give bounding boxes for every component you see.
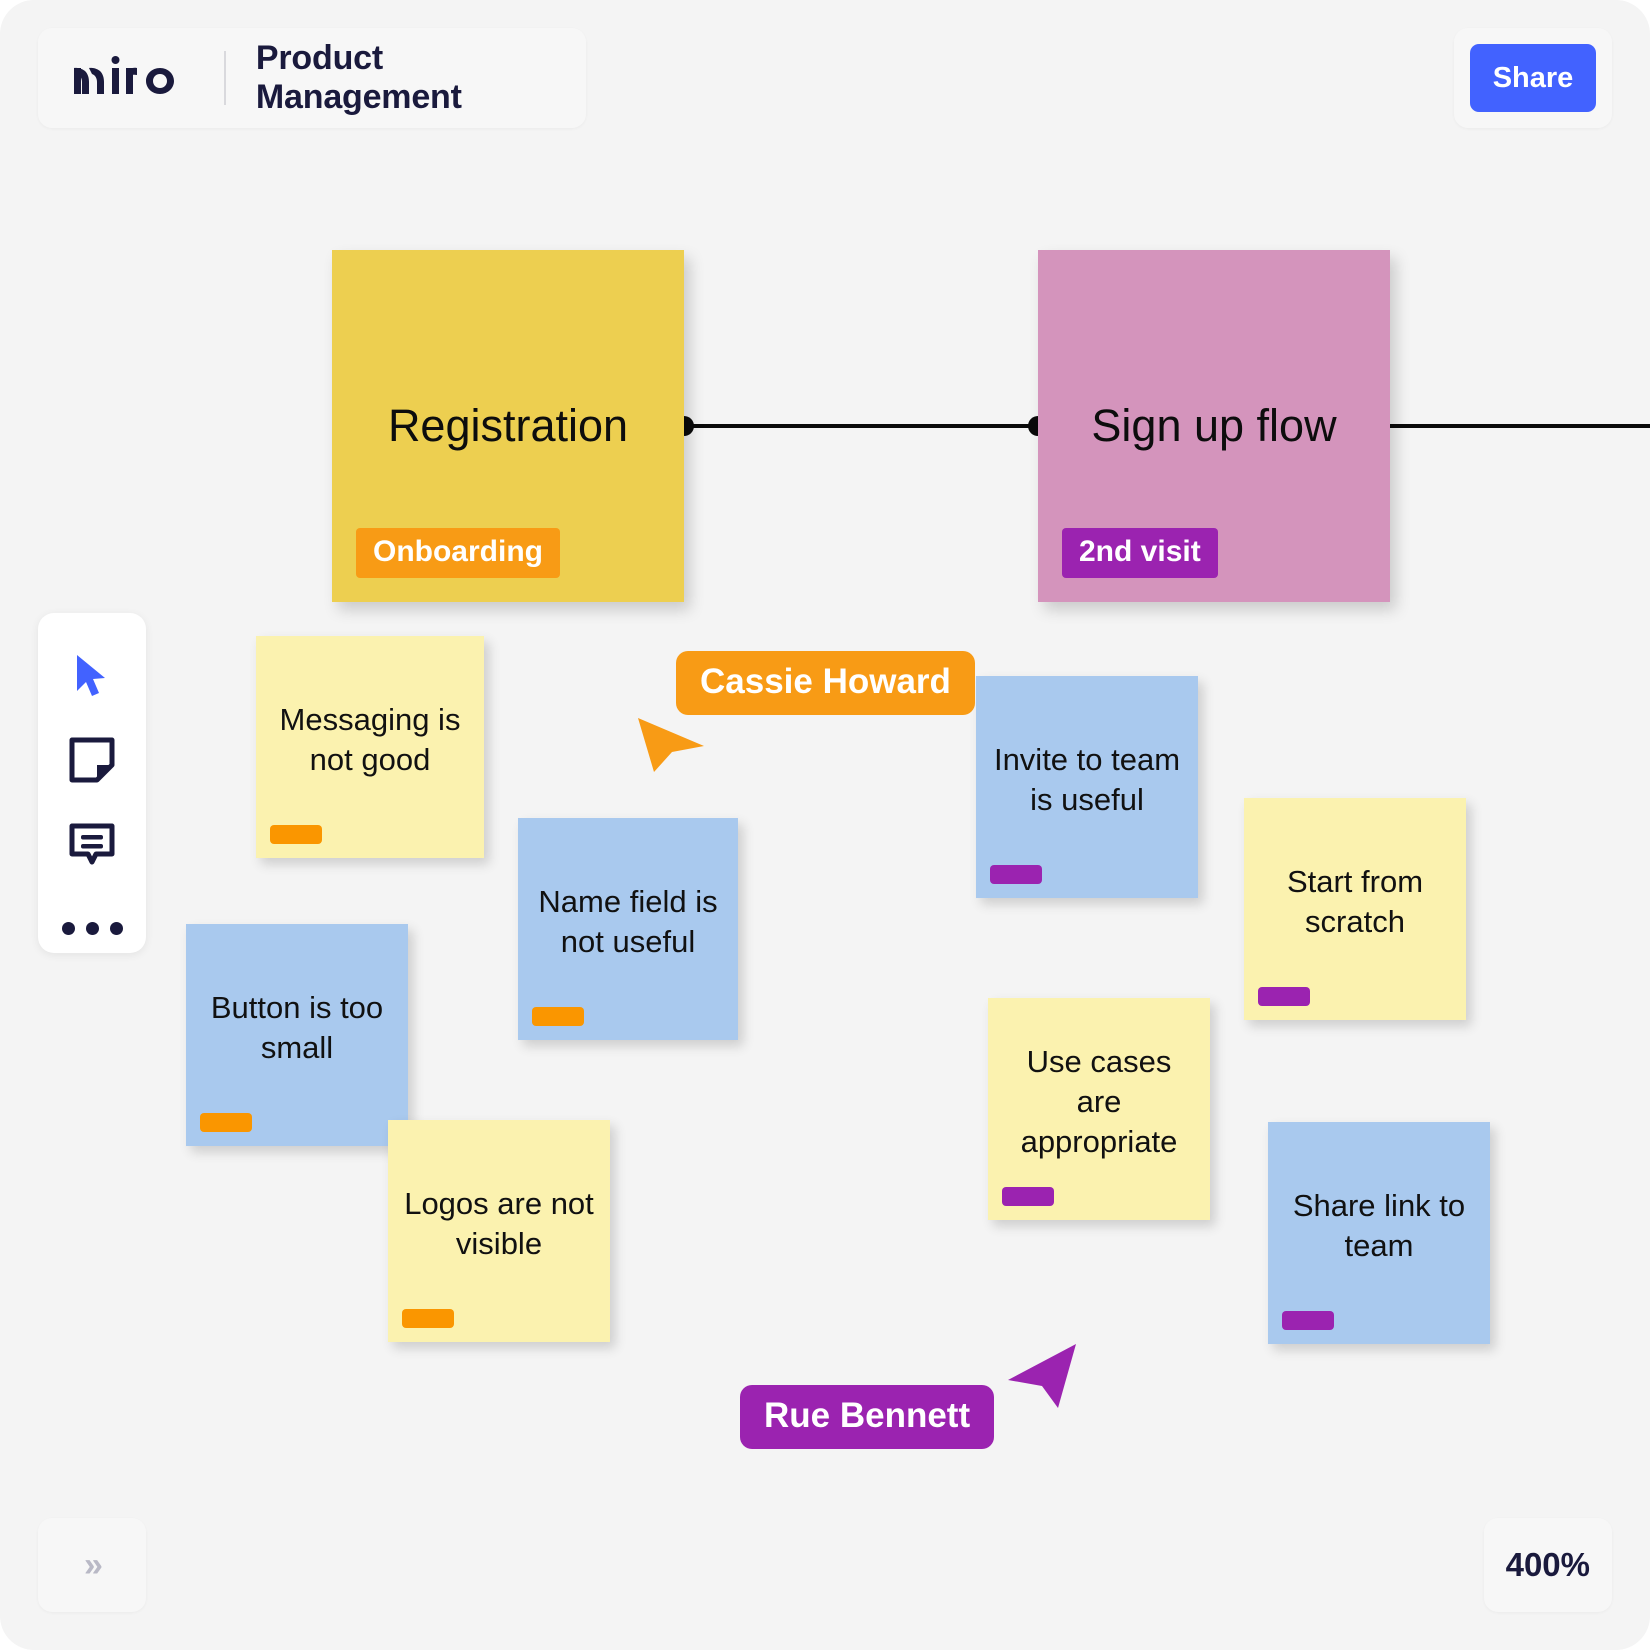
sticky-note-text: Logos are not visible xyxy=(404,1185,594,1261)
sticky-note-mark[interactable] xyxy=(270,825,322,844)
expand-panel-button[interactable]: » xyxy=(38,1518,146,1612)
sticky-note[interactable]: Name field is not useful xyxy=(518,818,738,1040)
collaborator-name-label: Rue Bennett xyxy=(740,1385,995,1449)
page-title: Product Management xyxy=(255,39,462,116)
sticky-note[interactable]: Button is too small xyxy=(186,924,408,1146)
sticky-note-mark[interactable] xyxy=(1002,1187,1054,1206)
share-button[interactable]: Share xyxy=(1470,44,1596,112)
sticky-note-mark[interactable] xyxy=(1282,1311,1334,1330)
header-divider xyxy=(224,51,226,105)
sticky-note-mark[interactable] xyxy=(200,1113,252,1132)
sticky-note[interactable]: Share link to team xyxy=(1268,1122,1490,1344)
sticky-note-text: Share link to team xyxy=(1292,1187,1466,1263)
zoom-level-indicator[interactable]: 400% xyxy=(1483,1518,1612,1612)
miro-board-canvas: Product Management Share Registration On… xyxy=(0,0,1650,1650)
cursor-pointer-icon xyxy=(1000,1338,1082,1419)
chevron-double-right-icon: » xyxy=(84,1545,103,1584)
more-tools-icon[interactable] xyxy=(61,903,123,953)
miro-logo-icon[interactable] xyxy=(70,55,196,101)
sticky-note[interactable]: Invite to team is useful xyxy=(976,676,1198,898)
select-cursor-icon[interactable] xyxy=(67,651,117,701)
flow-card-tag[interactable]: Onboarding xyxy=(356,528,560,578)
flow-card-title: Registration xyxy=(387,400,629,451)
flow-card-signup[interactable]: Sign up flow 2nd visit xyxy=(1038,250,1390,602)
connector-line-1 xyxy=(684,424,1044,428)
sticky-note[interactable]: Use cases are appropriate xyxy=(988,998,1210,1220)
sticky-note-mark[interactable] xyxy=(990,865,1042,884)
sticky-note[interactable]: Messaging is not good xyxy=(256,636,484,858)
flow-card-registration[interactable]: Registration Onboarding xyxy=(332,250,684,602)
comment-icon[interactable] xyxy=(67,819,117,869)
sticky-note[interactable]: Logos are not visible xyxy=(388,1120,610,1342)
left-toolbar xyxy=(38,613,146,953)
sticky-note-mark[interactable] xyxy=(532,1007,584,1026)
sticky-note-text: Use cases are appropriate xyxy=(1020,1043,1178,1160)
sticky-note-mark[interactable] xyxy=(402,1309,454,1328)
collaborator-name-label: Cassie Howard xyxy=(676,651,975,715)
sticky-note-text: Name field is not useful xyxy=(538,883,718,959)
sticky-note-text: Button is too small xyxy=(210,989,384,1065)
zoom-level-value: 400% xyxy=(1505,1546,1590,1583)
sticky-note-text: Messaging is not good xyxy=(279,701,461,777)
cursor-pointer-icon xyxy=(630,706,708,783)
flow-card-title: Sign up flow xyxy=(1091,400,1337,451)
sticky-note-text: Start from scratch xyxy=(1286,863,1424,939)
flow-card-tag[interactable]: 2nd visit xyxy=(1062,528,1218,578)
share-button-container: Share xyxy=(1454,28,1612,128)
sticky-note-icon[interactable] xyxy=(67,735,117,785)
connector-line-2 xyxy=(1390,424,1650,428)
sticky-note-mark[interactable] xyxy=(1258,987,1310,1006)
sticky-note[interactable]: Start from scratch xyxy=(1244,798,1466,1020)
sticky-note-text: Invite to team is useful xyxy=(993,741,1181,817)
board-header: Product Management xyxy=(38,28,586,128)
